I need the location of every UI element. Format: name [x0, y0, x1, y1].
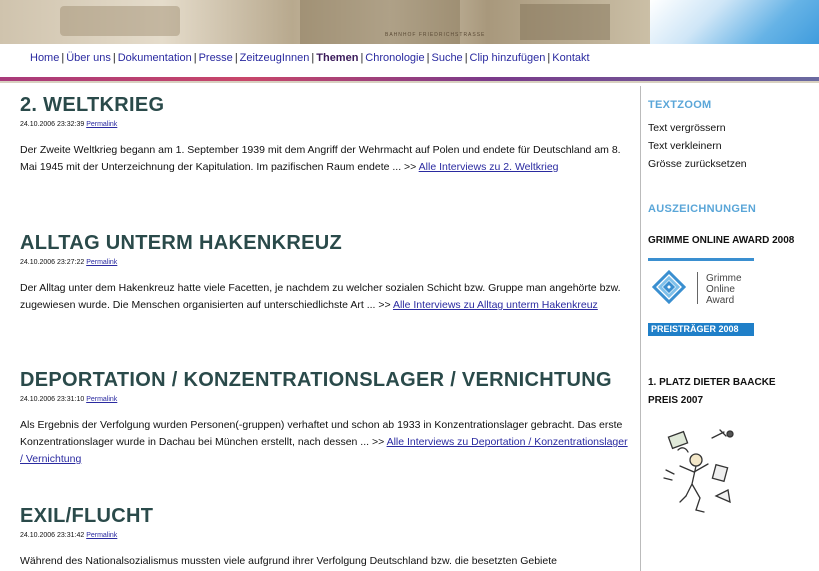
text-enlarge-link[interactable]: Text vergrössern — [648, 122, 726, 134]
nav-clip-hinzufuegen[interactable]: Clip hinzufügen — [470, 52, 546, 64]
nav-suche[interactable]: Suche — [431, 52, 462, 64]
article-title[interactable]: DEPORTATION / KONZENTRATIONSLAGER / VERN… — [20, 369, 630, 392]
site-header: BAHNHOF FRIEDRICHSTRASSE Home | Über uns | D… — [0, 0, 819, 86]
permalink-link[interactable]: Permalink — [86, 121, 117, 128]
main-navigation: Home | Über uns | Dokumentation | Presse | Zeitz… — [30, 52, 590, 64]
all-interviews-link[interactable]: Alle Interviews zu Alltag unterm Hakenkr… — [393, 299, 598, 311]
header-divider — [0, 81, 819, 83]
main-content: 2. WELTKRIEG 24.10.2006 23:32:39 Permali… — [0, 86, 640, 571]
permalink-link[interactable]: Permalink — [86, 396, 117, 403]
nav-chronologie[interactable]: Chronologie — [365, 52, 424, 64]
grimme-award-title: GRIMME ONLINE AWARD 2008 — [648, 235, 795, 246]
article-title[interactable]: ALLTAG UNTERM HAKENKREUZ — [20, 232, 630, 255]
nav-kontakt[interactable]: Kontakt — [552, 52, 589, 64]
text-shrink-link[interactable]: Text verkleinern — [648, 140, 722, 152]
article-timestamp: 24.10.2006 23:31:10 — [20, 396, 85, 403]
article-exil: EXIL/FLUCHT 24.10.2006 23:31:42 Permalin… — [20, 505, 630, 570]
permalink-link[interactable]: Permalink — [86, 259, 117, 266]
article-meta: 24.10.2006 23:32:39 Permalink — [20, 121, 630, 128]
sidebar: TEXTZOOM Text vergrössern Text verkleine… — [648, 86, 819, 571]
preistraeger-badge: PREISTRÄGER 2008 — [648, 323, 754, 336]
article-weltkrieg: 2. WELTKRIEG 24.10.2006 23:32:39 Permali… — [20, 94, 630, 176]
article-teaser: Als Ergebnis der Verfolgung wurden Perso… — [20, 417, 630, 468]
article-deportation: DEPORTATION / KONZENTRATIONSLAGER / VERN… — [20, 369, 630, 468]
article-meta: 24.10.2006 23:31:10 Permalink — [20, 396, 630, 403]
text-reset-link[interactable]: Grösse zurücksetzen — [648, 158, 747, 170]
baacke-award-illustration[interactable] — [656, 426, 748, 518]
article-text: Während des Nationalsozialismus mussten … — [20, 555, 557, 567]
grimme-logo-icon — [652, 270, 686, 304]
article-teaser: Während des Nationalsozialismus mussten … — [20, 553, 630, 570]
article-alltag: ALLTAG UNTERM HAKENKREUZ 24.10.2006 23:2… — [20, 232, 630, 314]
all-interviews-link[interactable]: Alle Interviews zu 2. Weltkrieg — [419, 161, 559, 173]
nav-zeitzeuginnen[interactable]: ZeitzeugInnen — [240, 52, 310, 64]
nav-themen[interactable]: Themen — [316, 52, 358, 64]
article-timestamp: 24.10.2006 23:27:22 — [20, 259, 85, 266]
article-teaser: Der Alltag unter dem Hakenkreuz hatte vi… — [20, 280, 630, 314]
baacke-award-title: 1. PLATZ DIETER BAACKE PREIS 2007 — [648, 377, 776, 406]
article-meta: 24.10.2006 23:31:42 Permalink — [20, 532, 630, 539]
permalink-link[interactable]: Permalink — [86, 532, 117, 539]
nav-dokumentation[interactable]: Dokumentation — [118, 52, 192, 64]
article-teaser: Der Zweite Weltkrieg begann am 1. Septem… — [20, 142, 630, 176]
awards-heading: AUSZEICHNUNGEN — [648, 203, 757, 215]
article-meta: 24.10.2006 23:27:22 Permalink — [20, 259, 630, 266]
grimme-award-logo[interactable]: Grimme Online Award PREISTRÄGER 2008 — [648, 258, 754, 336]
grimme-logo-text: Grimme Online Award — [706, 273, 742, 306]
article-title[interactable]: 2. WELTKRIEG — [20, 94, 630, 117]
header-banner-image: BAHNHOF FRIEDRICHSTRASSE — [0, 0, 819, 44]
article-title[interactable]: EXIL/FLUCHT — [20, 505, 630, 528]
banner-caption: BAHNHOF FRIEDRICHSTRASSE — [385, 32, 486, 38]
article-timestamp: 24.10.2006 23:32:39 — [20, 121, 85, 128]
nav-ueber-uns[interactable]: Über uns — [66, 52, 111, 64]
nav-home[interactable]: Home — [30, 52, 59, 64]
textzoom-heading: TEXTZOOM — [648, 99, 712, 111]
nav-presse[interactable]: Presse — [199, 52, 233, 64]
column-divider — [640, 86, 641, 571]
article-timestamp: 24.10.2006 23:31:42 — [20, 532, 85, 539]
